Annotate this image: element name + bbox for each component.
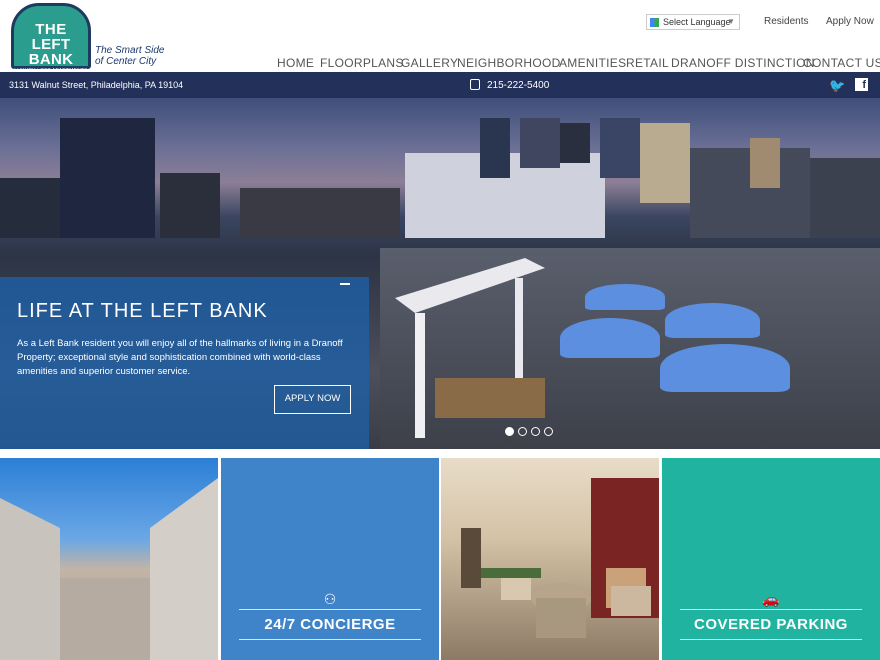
nav-dranoff-distinction[interactable]: DRANOFF DISTINCTION [671, 56, 815, 70]
nav-gallery[interactable]: GALLERY [401, 56, 458, 70]
tagline-line-1: The Smart Side [95, 45, 165, 56]
chevron-down-icon: ▼ [727, 17, 735, 26]
language-select-label: Select Language [663, 17, 731, 27]
hero-caption: LIFE AT THE LEFT BANK As a Left Bank res… [0, 277, 369, 449]
pergola-image [395, 258, 545, 438]
divider [239, 639, 421, 640]
logo[interactable]: THE LEFT BANK LUXURY LOFT APARTMENTS [11, 3, 91, 74]
tile-label-concierge: 24/7 CONCIERGE [264, 616, 396, 633]
tile-parking[interactable]: 🚗 COVERED PARKING [662, 458, 880, 660]
apply-now-button[interactable]: APPLY NOW [274, 385, 351, 414]
tagline-line-2: of Center City [95, 56, 157, 67]
hero-slider: LIFE AT THE LEFT BANK As a Left Bank res… [0, 98, 880, 449]
divider [680, 609, 862, 610]
apply-now-button-label: APPLY NOW [284, 393, 341, 404]
slider-pagination [505, 423, 557, 436]
umbrella [660, 344, 790, 392]
umbrella [560, 318, 660, 358]
slide-dot-1[interactable] [505, 427, 514, 436]
google-icon [650, 18, 659, 27]
phone-icon [470, 79, 480, 90]
concierge-icon: ⚇ [323, 591, 337, 607]
residents-link[interactable]: Residents [764, 16, 808, 27]
tile-label-parking: COVERED PARKING [694, 616, 848, 633]
slide-dot-3[interactable] [531, 427, 540, 436]
nav-contact-us[interactable]: CONTACT US [803, 56, 880, 70]
slide-dot-4[interactable] [544, 427, 553, 436]
nav-amenities[interactable]: AMENITIES [559, 56, 626, 70]
divider [239, 609, 421, 610]
nav-neighborhood[interactable]: NEIGHBORHOOD [457, 56, 561, 70]
twitter-icon[interactable]: 🐦 [829, 78, 845, 94]
nav-floorplans[interactable]: FLOORPLANS [320, 56, 404, 70]
tile-lobby[interactable] [441, 458, 659, 660]
language-select[interactable]: Select Language ▼ [646, 14, 740, 30]
phone-number[interactable]: 215-222-5400 [487, 80, 549, 91]
info-bar: 3131 Walnut Street, Philadelphia, PA 191… [0, 72, 880, 98]
tagline: The Smart Side of Center City [95, 45, 164, 67]
city-skyline-image [0, 118, 880, 238]
lobby-image [461, 478, 659, 638]
building-image [0, 478, 218, 660]
address: 3131 Walnut Street, Philadelphia, PA 191… [9, 80, 184, 90]
facebook-icon[interactable]: f [855, 78, 868, 91]
site-header: THE LEFT BANK LUXURY LOFT APARTMENTS The… [0, 0, 880, 74]
hero-title: LIFE AT THE LEFT BANK [17, 300, 268, 322]
divider [680, 639, 862, 640]
slide-dot-2[interactable] [518, 427, 527, 436]
hero-text: As a Left Bank resident you will enjoy a… [17, 338, 343, 377]
car-icon: 🚗 [762, 591, 780, 607]
tile-building[interactable] [0, 458, 218, 660]
logo-line-2: LEFT BANK [28, 36, 74, 68]
logo-line-1: THE [35, 21, 67, 38]
nav-home[interactable]: HOME [277, 56, 314, 70]
umbrella [585, 284, 665, 310]
nav-retail[interactable]: RETAIL [626, 56, 669, 70]
minimize-icon[interactable] [340, 283, 350, 285]
apply-now-link[interactable]: Apply Now [826, 16, 874, 27]
tile-concierge[interactable]: ⚇ 24/7 CONCIERGE [221, 458, 439, 660]
umbrella [665, 303, 760, 338]
